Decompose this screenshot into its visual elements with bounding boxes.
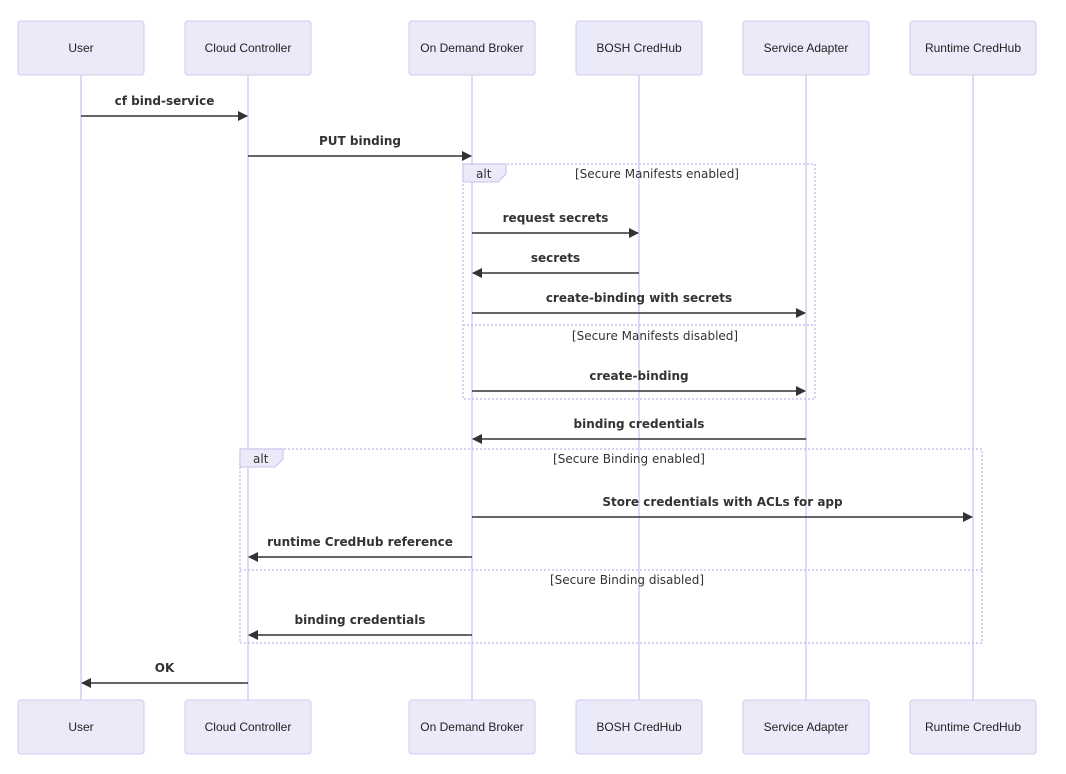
actor-bottom: Service Adapter: [742, 699, 870, 755]
sequence-diagram: alt [Secure Manifests enabled] [Secure Man…: [17, 20, 1037, 755]
actor-bottom: Runtime CredHub: [909, 699, 1037, 755]
message-label: binding credentials: [295, 613, 426, 627]
message-label: cf bind-service: [115, 94, 215, 108]
actor-label: User: [68, 41, 93, 55]
actor-label: Cloud Controller: [205, 720, 292, 734]
actor-label: Service Adapter: [764, 720, 849, 734]
actor-label: BOSH CredHub: [596, 720, 682, 734]
actor-label: Cloud Controller: [205, 41, 292, 55]
actor-bottom: Cloud Controller: [184, 699, 312, 755]
message-label: PUT binding: [319, 134, 401, 148]
alt-condition: [Secure Manifests disabled]: [572, 329, 738, 343]
message-label: Store credentials with ACLs for app: [602, 495, 843, 509]
actor-bottom: User: [17, 699, 145, 755]
message: Store credentials with ACLs for app: [472, 495, 973, 522]
actor-label: BOSH CredHub: [596, 41, 682, 55]
actor-label: Service Adapter: [764, 41, 849, 55]
actor-top: Service Adapter: [742, 20, 870, 76]
alt-condition: [Secure Manifests enabled]: [575, 167, 739, 181]
message: request secrets: [472, 211, 639, 238]
message: OK: [81, 661, 248, 688]
message: cf bind-service: [81, 94, 248, 121]
message-label: runtime CredHub reference: [267, 535, 453, 549]
alt-condition: [Secure Binding enabled]: [553, 452, 705, 466]
message: secrets: [472, 251, 639, 278]
actor-top: Cloud Controller: [184, 20, 312, 76]
actor-label: User: [68, 720, 93, 734]
actor-top: User: [17, 20, 145, 76]
message: PUT binding: [248, 134, 472, 161]
actor-bottom: On Demand Broker: [408, 699, 536, 755]
actor-top: Runtime CredHub: [909, 20, 1037, 76]
message-label: request secrets: [503, 211, 609, 225]
message-label: binding credentials: [574, 417, 705, 431]
message-label: secrets: [531, 251, 580, 265]
actor-label: On Demand Broker: [420, 720, 523, 734]
actor-top: On Demand Broker: [408, 20, 536, 76]
alt-label: alt: [253, 452, 269, 466]
message: binding credentials: [248, 613, 472, 640]
actor-label: Runtime CredHub: [925, 720, 1021, 734]
actor-top: BOSH CredHub: [575, 20, 703, 76]
actor-label: On Demand Broker: [420, 41, 523, 55]
message: runtime CredHub reference: [248, 535, 472, 562]
message-label: create-binding: [589, 369, 688, 383]
message-label: OK: [155, 661, 175, 675]
message-label: create-binding with secrets: [546, 291, 732, 305]
alt-condition: [Secure Binding disabled]: [550, 573, 704, 587]
actor-label: Runtime CredHub: [925, 41, 1021, 55]
alt-label: alt: [476, 167, 492, 181]
actor-bottom: BOSH CredHub: [575, 699, 703, 755]
